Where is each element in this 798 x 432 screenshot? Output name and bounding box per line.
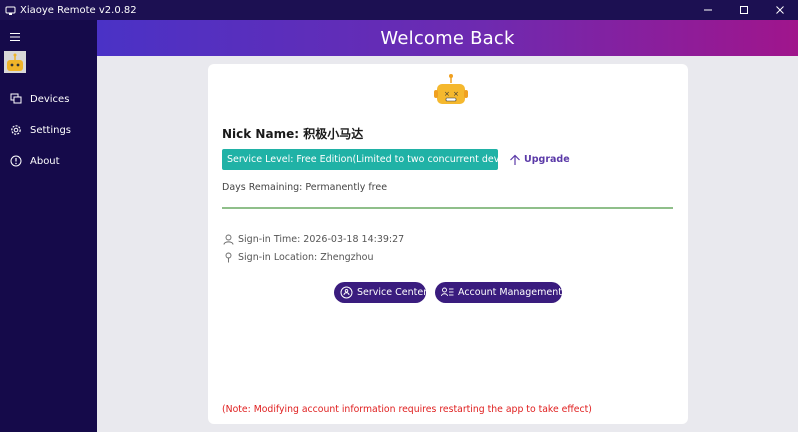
service-level-badge: Service Level: Free Edition(Limited to t…: [222, 149, 522, 170]
avatar[interactable]: [4, 51, 26, 73]
minimize-button[interactable]: [690, 0, 726, 20]
days-remaining: Days Remaining: Permanently free: [222, 182, 388, 193]
restart-note: (Note: Modifying account information req…: [222, 404, 592, 415]
signin-time: Sign-in Time: 2026-03-18 14:39:27: [238, 233, 405, 245]
service-center-icon: [340, 286, 353, 299]
sidebar-item-label: Settings: [30, 124, 72, 136]
sidebar-item-devices[interactable]: Devices: [0, 86, 97, 112]
sidebar-item-settings[interactable]: Settings: [0, 117, 97, 143]
gear-icon: [9, 123, 23, 137]
service-center-button[interactable]: Service Center: [334, 282, 428, 303]
signin-location: Sign-in Location: Zhengzhou: [238, 251, 374, 263]
upgrade-link[interactable]: Upgrade: [508, 152, 570, 167]
close-icon: [776, 6, 784, 14]
title-bar: Xiaoye Remote v2.0.82: [0, 0, 798, 20]
sidebar-item-label: Devices: [30, 93, 70, 105]
arrow-up-icon: [508, 153, 522, 167]
user-icon: [222, 233, 234, 245]
divider: [222, 207, 673, 209]
upgrade-label: Upgrade: [524, 154, 570, 165]
account-management-button[interactable]: Account Management: [435, 282, 562, 303]
maximize-button[interactable]: [726, 0, 762, 20]
sidebar-item-label: About: [30, 155, 60, 167]
page-title: Welcome Back: [380, 27, 515, 49]
info-icon: [9, 154, 23, 168]
sidebar-item-about[interactable]: About: [0, 148, 97, 174]
window-title: Xiaoye Remote v2.0.82: [20, 4, 137, 16]
close-button[interactable]: [762, 0, 798, 20]
minimize-icon: [704, 9, 712, 11]
svg-text:×: ×: [444, 90, 450, 98]
signin-location-row: Sign-in Location: Zhengzhou: [222, 250, 374, 264]
account-list-icon: [441, 286, 454, 299]
sidebar: Devices Settings About: [0, 20, 97, 432]
app-icon: [4, 4, 16, 16]
hamburger-menu-icon[interactable]: [10, 27, 22, 41]
maximize-icon: [740, 6, 748, 14]
nick-name-label: Nick Name:: [222, 127, 300, 141]
nick-name-value: 积极小马达: [303, 127, 364, 141]
signin-time-row: Sign-in Time: 2026-03-18 14:39:27: [222, 232, 404, 246]
account-management-label: Account Management: [458, 287, 562, 298]
robot-avatar-icon: × ×: [433, 72, 469, 112]
devices-icon: [9, 92, 23, 106]
service-center-label: Service Center: [357, 287, 428, 298]
svg-text:×: ×: [453, 90, 459, 98]
page-header: Welcome Back: [97, 20, 798, 56]
nick-name: Nick Name: 积极小马达: [222, 125, 363, 142]
location-pin-icon: [222, 251, 234, 263]
profile-card: × × Nick Name: 积极小马达 Service Level: Free…: [208, 64, 688, 424]
